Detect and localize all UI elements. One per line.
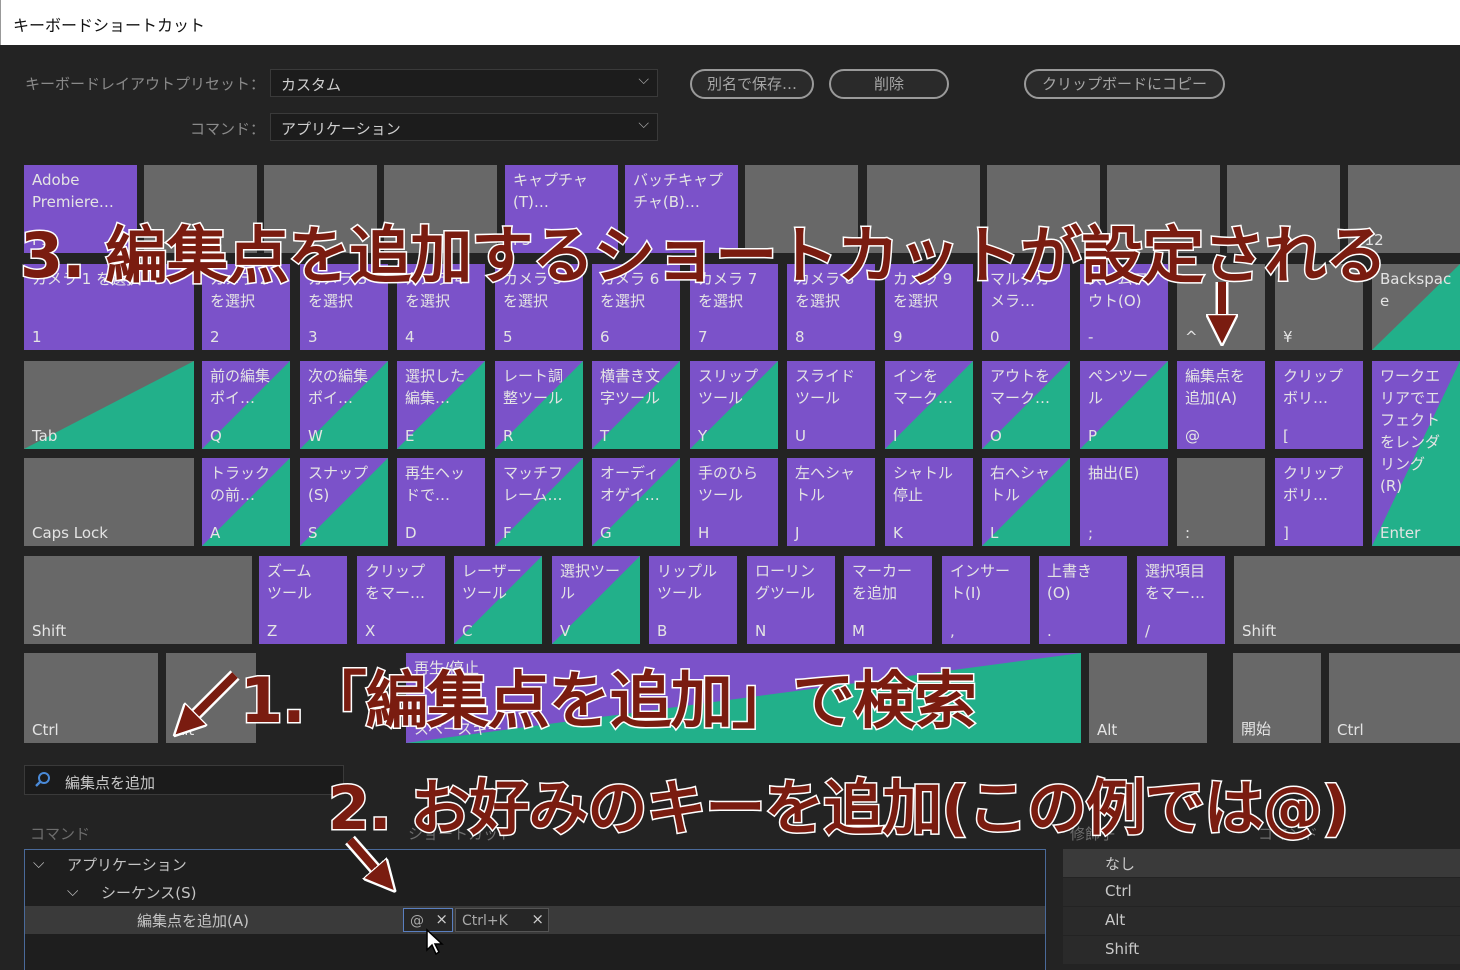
annotation-step-2: 2. お好みのキーを追加(この例では@): [326, 773, 1350, 846]
annotation-step-1: 1.「編集点を追加」で検索: [239, 663, 979, 739]
annotation-step-3: 3. 編集点を追加するショートカットが設定される: [18, 218, 1388, 294]
